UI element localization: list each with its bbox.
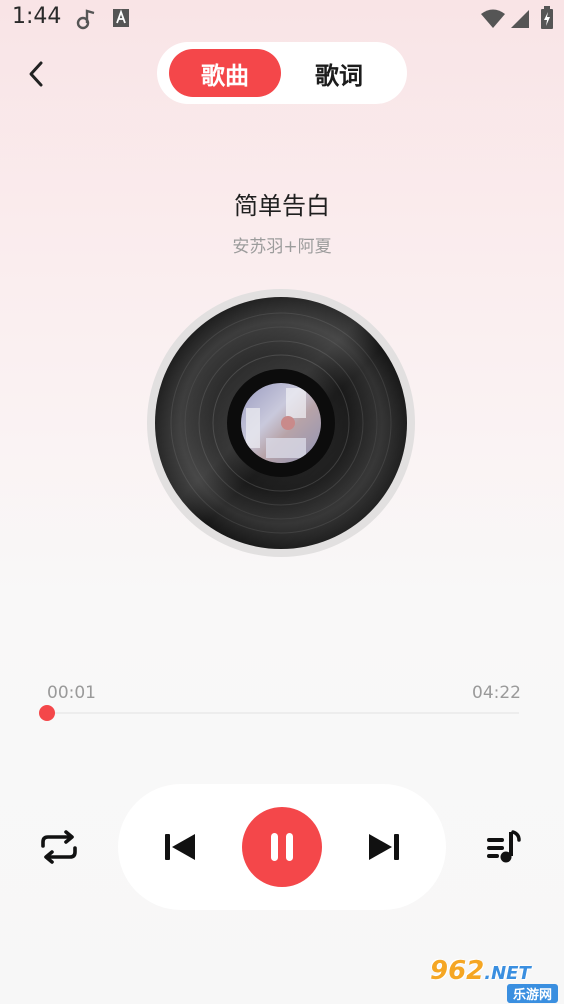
progress-bar[interactable] bbox=[45, 712, 519, 714]
pause-icon bbox=[271, 833, 293, 861]
repeat-button[interactable] bbox=[36, 827, 82, 867]
watermark-caption: 乐游网 bbox=[506, 984, 558, 1003]
tab-song[interactable]: 歌曲 bbox=[169, 49, 281, 97]
skip-next-icon bbox=[369, 834, 399, 860]
music-notification-icon bbox=[76, 9, 95, 30]
playlist-music-icon bbox=[487, 830, 521, 863]
previous-button[interactable] bbox=[158, 827, 202, 867]
watermark-logo-number: 962 bbox=[430, 956, 485, 986]
total-time: 04:22 bbox=[472, 683, 521, 703]
tab-lyrics[interactable]: 歌词 bbox=[289, 49, 389, 97]
chevron-left-icon bbox=[29, 61, 43, 87]
status-bar: 1:44 bbox=[0, 0, 564, 38]
back-button[interactable] bbox=[18, 54, 54, 94]
album-cover bbox=[241, 383, 321, 463]
playlist-button[interactable] bbox=[482, 827, 526, 867]
song-title: 简单告白 bbox=[234, 192, 330, 220]
song-artist: 安苏羽+阿夏 bbox=[232, 237, 332, 257]
site-watermark: 962.NET 乐游网 bbox=[426, 956, 558, 1003]
progress-thumb[interactable] bbox=[38, 705, 55, 721]
repeat-icon bbox=[41, 830, 77, 864]
cellular-signal-icon bbox=[511, 10, 529, 28]
battery-charging-icon bbox=[541, 6, 553, 29]
vinyl-disc bbox=[147, 289, 415, 557]
pause-button[interactable] bbox=[242, 807, 322, 887]
status-time: 1:44 bbox=[12, 4, 62, 29]
current-time: 00:01 bbox=[47, 683, 96, 703]
tab-switch: 歌曲 歌词 bbox=[157, 42, 407, 104]
watermark-logo-suffix: .NET bbox=[484, 963, 531, 984]
wifi-icon bbox=[481, 9, 505, 28]
text-a-icon bbox=[113, 9, 129, 27]
skip-previous-icon bbox=[165, 834, 195, 860]
watermark-logo: 962.NET bbox=[430, 956, 531, 986]
next-button[interactable] bbox=[362, 827, 406, 867]
